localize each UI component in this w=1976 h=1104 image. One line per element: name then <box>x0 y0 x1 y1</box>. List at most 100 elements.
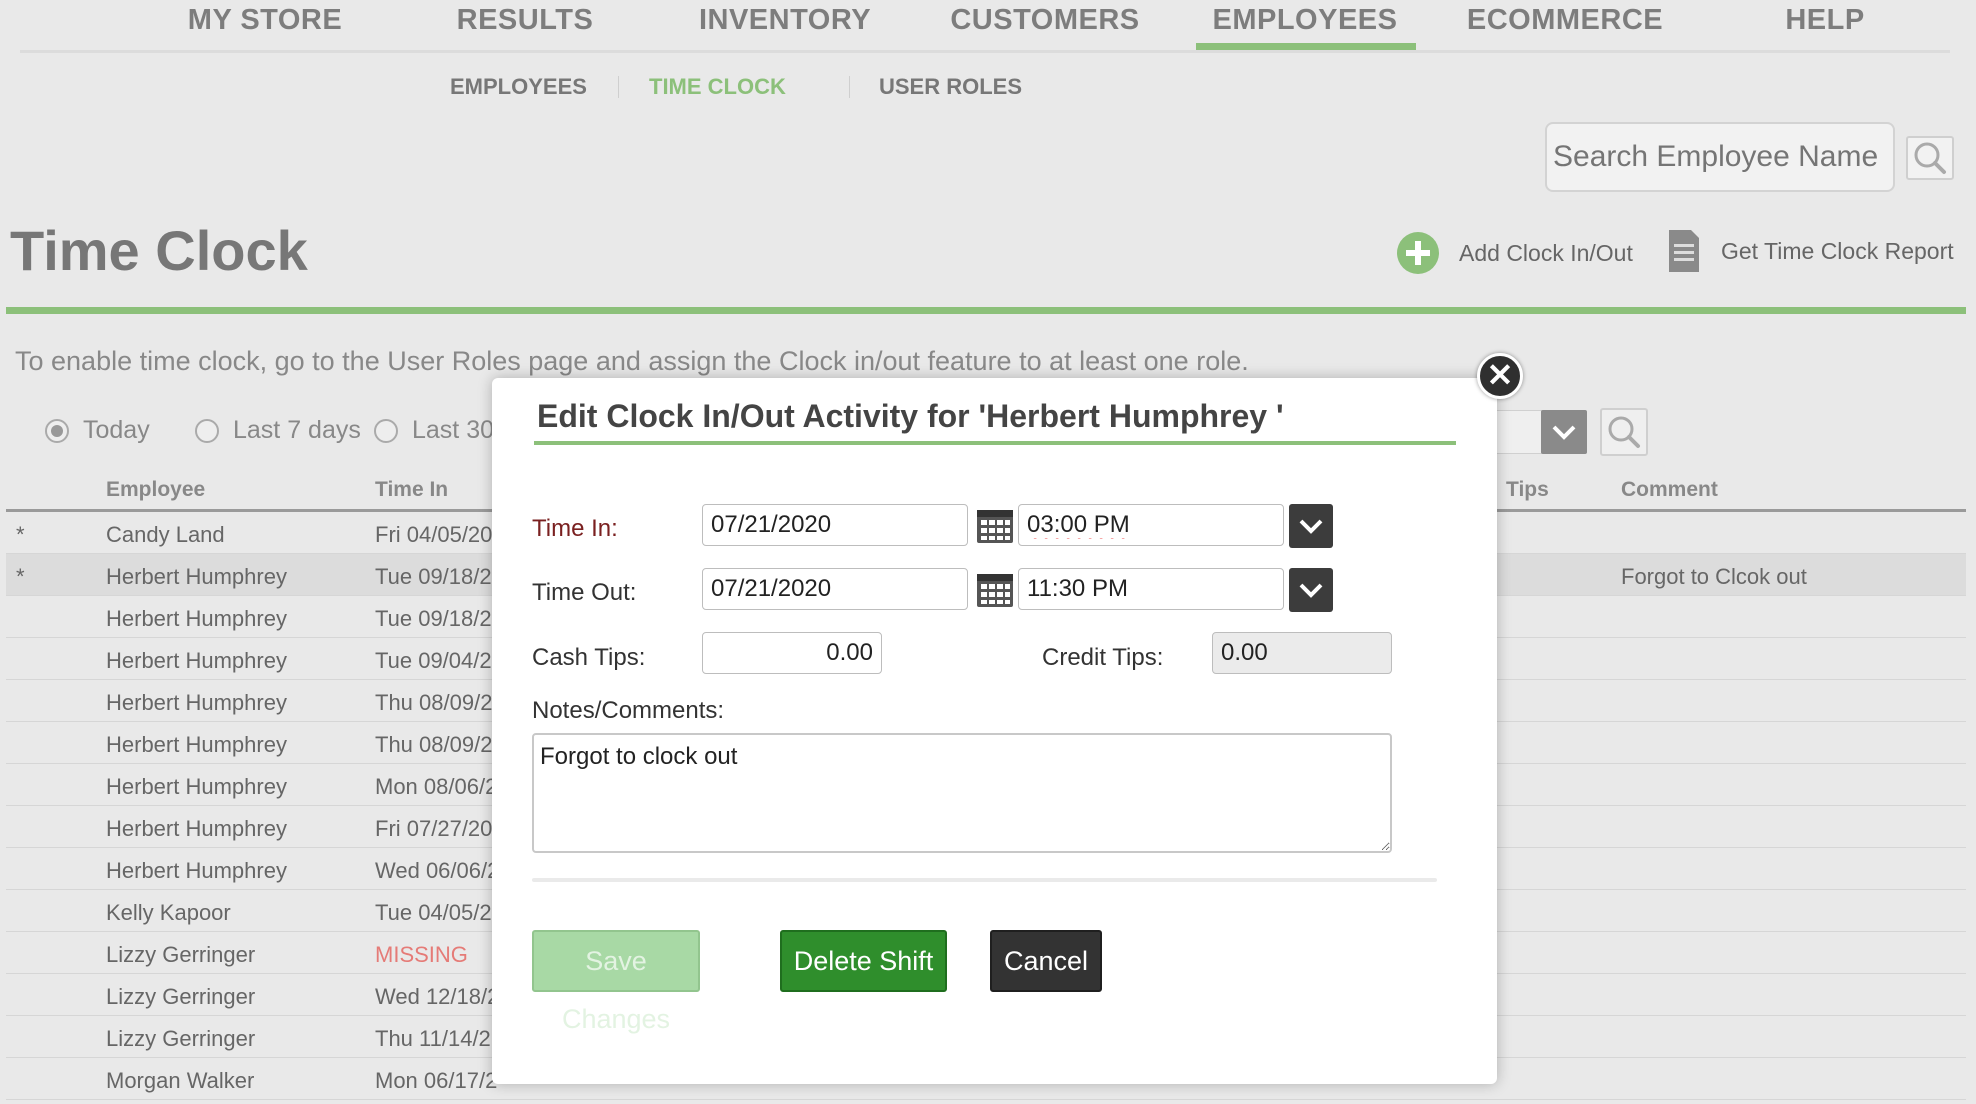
employee-name: Lizzy Gerringer <box>106 942 256 967</box>
row-flag: * <box>16 522 25 547</box>
time-in-value: Thu 08/09/2 <box>375 732 493 757</box>
filter-last-30-label: Last 30 <box>412 416 495 444</box>
nav-divider <box>20 50 1950 53</box>
cash-tips-field[interactable] <box>702 632 882 674</box>
time-in-value: Fri 04/05/20 <box>375 522 493 547</box>
nav-inventory[interactable]: INVENTORY <box>675 4 895 37</box>
row-flag: * <box>16 564 25 589</box>
credit-tips-field <box>1212 632 1392 674</box>
nav-employees[interactable]: EMPLOYEES <box>1195 4 1415 37</box>
employee-name: Morgan Walker <box>106 1068 255 1093</box>
employee-name: Herbert Humphrey <box>106 816 287 841</box>
plus-circle-icon <box>1397 232 1439 274</box>
cash-tips-label: Cash Tips: <box>532 644 646 671</box>
time-out-label: Time Out: <box>532 579 637 606</box>
chevron-down-icon <box>1299 583 1323 598</box>
time-in-value: Wed 12/18/2 <box>375 984 500 1009</box>
modal-title: Edit Clock In/Out Activity for 'Herbert … <box>537 398 1284 434</box>
time-in-value: MISSING <box>375 942 468 967</box>
radio-icon <box>195 418 219 443</box>
filter-last-7-label: Last 7 days <box>233 416 361 444</box>
filter-dropdown-button[interactable] <box>1541 410 1587 454</box>
employee-name: Herbert Humphrey <box>106 690 287 715</box>
notes-textarea[interactable]: Forgot to clock out <box>532 733 1392 853</box>
filter-today[interactable]: Today <box>45 416 150 445</box>
time-in-date-field[interactable] <box>702 504 968 546</box>
subnav-separator <box>849 76 850 98</box>
subnav-employees[interactable]: EMPLOYEES <box>450 74 587 100</box>
filter-select[interactable] <box>1490 410 1542 454</box>
radio-selected-icon <box>45 418 69 443</box>
employee-name: Herbert Humphrey <box>106 564 287 589</box>
search-icon <box>1914 142 1946 174</box>
time-in-value: Tue 09/18/2 <box>375 606 492 631</box>
employee-name: Herbert Humphrey <box>106 732 287 757</box>
col-comment[interactable]: Comment <box>1621 478 1718 502</box>
subnav-time-clock[interactable]: TIME CLOCK <box>649 74 786 100</box>
nav-ecommerce[interactable]: ECOMMERCE <box>1455 4 1675 37</box>
search-button[interactable] <box>1906 136 1954 180</box>
chevron-down-icon <box>1299 519 1323 534</box>
employee-name: Herbert Humphrey <box>106 648 287 673</box>
time-out-calendar-button[interactable] <box>975 571 1015 609</box>
calendar-icon <box>977 574 1013 607</box>
time-in-value: Tue 09/18/2 <box>375 564 492 589</box>
top-nav: MY STORE RESULTS INVENTORY CUSTOMERS EMP… <box>0 0 1976 53</box>
time-in-time-field[interactable] <box>1018 504 1284 546</box>
time-in-value: Tue 04/05/2 <box>375 900 492 925</box>
employee-name: Kelly Kapoor <box>106 900 231 925</box>
report-label: Get Time Clock Report <box>1721 237 1954 264</box>
add-clock-in-out-button[interactable]: Add Clock In/Out <box>1395 230 1633 276</box>
nav-customers[interactable]: CUSTOMERS <box>935 4 1155 37</box>
notes-label: Notes/Comments: <box>532 697 725 724</box>
credit-tips-label: Credit Tips: <box>1042 644 1164 671</box>
time-in-value: Fri 07/27/20 <box>375 816 493 841</box>
get-time-clock-report-button[interactable]: Get Time Clock Report <box>1665 228 1954 274</box>
save-changes-button[interactable]: Save Changes <box>532 930 700 1034</box>
employee-name: Lizzy Gerringer <box>106 1026 256 1051</box>
time-in-value: Wed 06/06/2 <box>375 858 500 883</box>
comment-value: Forgot to Clcok out <box>1621 564 1807 589</box>
employee-name: Candy Land <box>106 522 225 547</box>
time-in-value: Thu 11/14/2 <box>375 1026 491 1051</box>
page-title: Time Clock <box>10 219 308 282</box>
filter-last-30-days[interactable]: Last 30 <box>374 416 494 445</box>
document-icon <box>1669 230 1699 272</box>
employee-name: Herbert Humphrey <box>106 774 287 799</box>
time-in-value: Mon 06/17/2 <box>375 1068 498 1093</box>
nav-my-store[interactable]: MY STORE <box>155 4 375 37</box>
employee-name: Lizzy Gerringer <box>106 984 256 1009</box>
time-out-dropdown-button[interactable] <box>1289 568 1333 612</box>
time-in-label: Time In: <box>532 515 618 542</box>
time-in-calendar-button[interactable] <box>975 507 1015 545</box>
time-in-dropdown-button[interactable] <box>1289 504 1333 548</box>
col-time-in[interactable]: Time In <box>375 478 448 502</box>
info-message: To enable time clock, go to the User Rol… <box>15 346 1249 376</box>
add-clock-label: Add Clock In/Out <box>1459 239 1633 266</box>
time-out-time-field[interactable] <box>1018 568 1284 610</box>
search-employee-input[interactable] <box>1545 122 1895 192</box>
filter-search-button[interactable] <box>1600 408 1648 456</box>
modal-footer-divider <box>532 878 1437 882</box>
time-in-value: Thu 08/09/2 <box>375 690 493 715</box>
employee-name: Herbert Humphrey <box>106 858 287 883</box>
subnav-separator <box>618 76 619 98</box>
time-in-value: Tue 09/04/2 <box>375 648 492 673</box>
time-out-date-field[interactable] <box>702 568 968 610</box>
time-in-value: Mon 08/06/2 <box>375 774 498 799</box>
nav-active-indicator <box>1196 43 1416 50</box>
subnav-user-roles[interactable]: USER ROLES <box>879 74 1022 100</box>
filter-today-label: Today <box>83 416 150 444</box>
employee-name: Herbert Humphrey <box>106 606 287 631</box>
nav-results[interactable]: RESULTS <box>415 4 635 37</box>
modal-title-divider <box>534 441 1456 445</box>
filter-last-7-days[interactable]: Last 7 days <box>195 416 361 445</box>
calendar-icon <box>977 510 1013 543</box>
col-tips[interactable]: Tips <box>1506 478 1549 502</box>
cancel-button[interactable]: Cancel <box>990 930 1102 992</box>
col-employee[interactable]: Employee <box>106 478 205 502</box>
title-divider <box>6 307 1966 314</box>
nav-help[interactable]: HELP <box>1715 4 1935 37</box>
delete-shift-button[interactable]: Delete Shift <box>780 930 947 992</box>
close-icon[interactable]: ✕ <box>1477 353 1523 399</box>
